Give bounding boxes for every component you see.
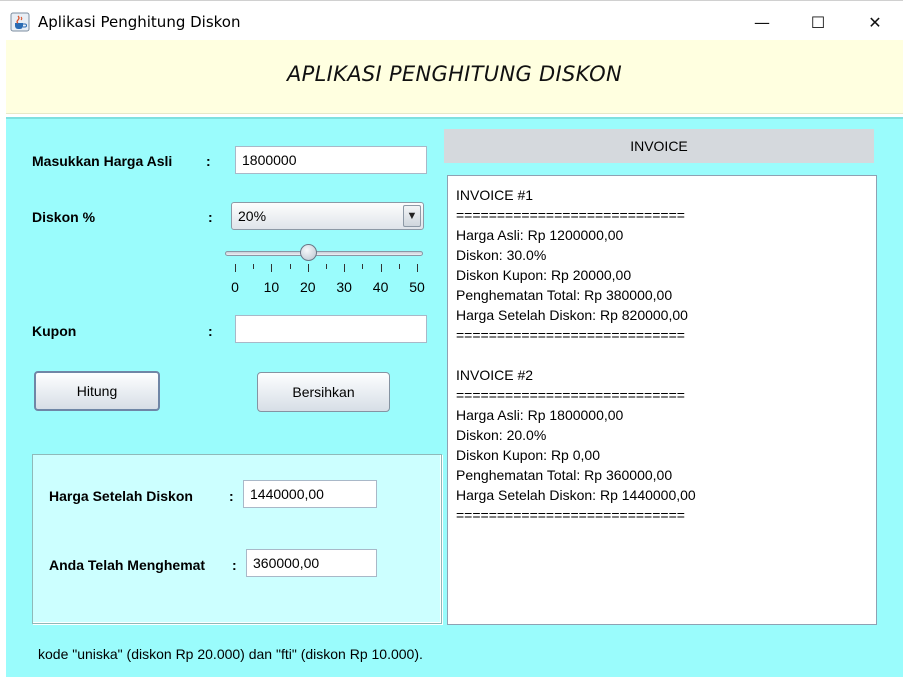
harga-setelah-field[interactable]: 1440000,00 <box>243 480 377 508</box>
slider-tick-label: 20 <box>300 279 316 295</box>
diskon-label: Diskon % <box>32 209 96 225</box>
hemat-field[interactable]: 360000,00 <box>246 549 377 577</box>
slider-tick <box>417 264 418 272</box>
harga-setelah-colon: : <box>229 488 234 504</box>
kupon-colon: : <box>208 323 213 339</box>
hitung-button[interactable]: Hitung <box>34 371 160 411</box>
diskon-select[interactable]: 20% ▼ <box>231 202 424 230</box>
hemat-label: Anda Telah Menghemat <box>49 557 206 573</box>
slider-tick-label: 10 <box>263 279 280 295</box>
slider-tick <box>271 264 273 272</box>
diskon-slider-track[interactable] <box>225 251 423 256</box>
window-titlebar: Aplikasi Penghitung Diskon — ☐ ✕ <box>0 0 903 42</box>
coupon-hint-text: kode "uniska" (diskon Rp 20.000) dan "ft… <box>38 646 423 662</box>
harga-setelah-label: Harga Setelah Diskon <box>49 488 193 504</box>
hemat-colon: : <box>232 557 237 573</box>
chevron-down-icon[interactable]: ▼ <box>403 205 421 227</box>
harga-asli-colon: : <box>206 153 211 169</box>
slider-tick <box>344 264 346 272</box>
diskon-selected-value: 20% <box>238 208 267 224</box>
kupon-input[interactable] <box>235 315 427 343</box>
slider-tick-label: 40 <box>372 279 389 295</box>
bersihkan-button[interactable]: Bersihkan <box>257 372 390 412</box>
slider-tick-label: 50 <box>409 279 425 295</box>
close-button[interactable]: ✕ <box>846 1 903 43</box>
close-icon: ✕ <box>868 12 882 32</box>
slider-tick <box>398 264 400 269</box>
diskon-slider-thumb[interactable] <box>299 244 317 261</box>
maximize-icon: ☐ <box>810 12 826 32</box>
header-banner: APLIKASI PENGHITUNG DISKON <box>6 40 903 114</box>
harga-asli-label: Masukkan Harga Asli <box>32 153 173 169</box>
minimize-icon: — <box>754 12 770 32</box>
kupon-label: Kupon <box>32 323 77 339</box>
slider-tick <box>307 264 309 272</box>
slider-tick <box>326 264 327 269</box>
slider-tick <box>380 264 382 272</box>
result-panel <box>32 454 442 624</box>
minimize-button[interactable]: — <box>733 1 791 43</box>
slider-tick-label: 0 <box>231 279 239 295</box>
page-title: APLIKASI PENGHITUNG DISKON <box>287 62 622 86</box>
slider-tick <box>253 264 255 269</box>
slider-tick <box>235 264 236 272</box>
slider-tick <box>362 264 364 269</box>
diskon-colon: : <box>208 209 213 225</box>
harga-asli-input[interactable]: 1800000 <box>235 146 427 174</box>
maximize-button[interactable]: ☐ <box>789 1 847 43</box>
java-cup-icon <box>10 12 30 32</box>
slider-tick-label: 30 <box>336 279 352 295</box>
invoice-textarea[interactable]: INVOICE #1 ============================ … <box>447 175 877 625</box>
slider-tick <box>289 264 291 269</box>
window-title: Aplikasi Penghitung Diskon <box>38 13 241 31</box>
invoice-header: INVOICE <box>444 129 874 163</box>
